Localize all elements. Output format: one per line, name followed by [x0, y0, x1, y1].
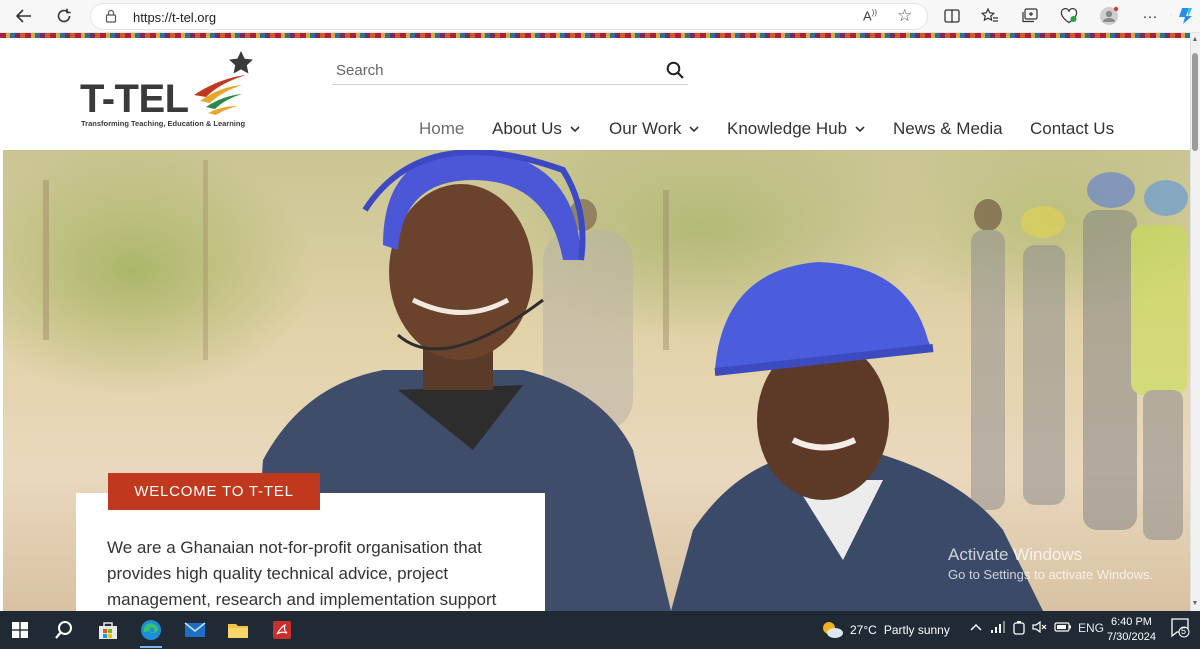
logo-text: T-TEL [80, 77, 189, 121]
nav-about-us-label: About Us [492, 119, 562, 138]
scroll-down-icon[interactable]: ▼ [1191, 600, 1199, 608]
read-aloud-icon[interactable]: A)) [863, 8, 877, 23]
edge-icon[interactable] [137, 617, 165, 648]
clock-time: 6:40 PM [1110, 616, 1152, 628]
nav-news-media[interactable]: News & Media [893, 119, 1003, 139]
welcome-text: We are a Ghanaian not-for-profit organis… [107, 538, 497, 609]
welcome-card: We are a Ghanaian not-for-profit organis… [76, 493, 545, 611]
browser-toolbar: https://t-tel.org A)) ☆ ··· [0, 0, 1200, 33]
search-box[interactable] [332, 58, 688, 85]
search-icon[interactable] [666, 61, 684, 84]
mail-icon[interactable] [181, 617, 209, 643]
nav-news-media-label: News & Media [893, 119, 1003, 138]
nav-contact-us-label: Contact Us [1030, 119, 1115, 138]
activate-windows-watermark: Activate Windows Go to Settings to activ… [948, 545, 1153, 582]
nav-about-us[interactable]: About Us [492, 119, 580, 139]
nav-contact-us[interactable]: Contact Us [1030, 119, 1114, 139]
battery-icon[interactable] [1054, 621, 1072, 635]
nav-knowledge-hub-label: Knowledge Hub [727, 119, 848, 138]
url-text[interactable]: https://t-tel.org [133, 10, 216, 25]
welcome-badge: WELCOME TO T-TEL [108, 473, 320, 510]
file-explorer-icon[interactable] [224, 617, 252, 643]
windows-start-icon[interactable] [6, 617, 34, 643]
main-navigation: Home About Us Our Work Knowledge Hub New… [2, 119, 1190, 145]
refresh-icon[interactable] [52, 5, 76, 27]
address-bar[interactable]: https://t-tel.org A)) ☆ [90, 3, 928, 30]
page-scrollbar[interactable]: ▲ ▼ [1190, 33, 1200, 611]
profile-icon[interactable] [1099, 6, 1119, 26]
activate-subtitle: Go to Settings to activate Windows. [948, 567, 1154, 582]
nav-our-work-label: Our Work [609, 119, 682, 138]
notification-icon[interactable]: 5 [1170, 617, 1190, 642]
volume-muted-icon[interactable] [1032, 620, 1048, 636]
scroll-thumb[interactable] [1192, 53, 1198, 151]
store-icon[interactable] [94, 617, 122, 643]
pdf-app-icon[interactable] [268, 617, 296, 643]
nav-home[interactable]: Home [419, 119, 464, 139]
browser-essentials-icon[interactable] [1059, 6, 1079, 26]
back-icon[interactable] [12, 5, 36, 27]
clock[interactable]: 6:40 PM 7/30/2024 [1107, 615, 1156, 645]
lock-icon[interactable] [105, 9, 117, 28]
more-icon[interactable]: ··· [1140, 6, 1160, 26]
clock-date: 7/30/2024 [1107, 631, 1156, 643]
favorites-icon[interactable] [980, 6, 1000, 26]
windows-taskbar: 27°C Partly sunny ENG 6:40 PM 7/30/2024 … [0, 611, 1200, 649]
nav-our-work[interactable]: Our Work [609, 119, 699, 139]
partly-sunny-icon [823, 622, 843, 638]
network-icon[interactable] [991, 621, 1005, 636]
weather-widget[interactable]: 27°C Partly sunny [820, 620, 950, 640]
chevron-down-icon [855, 126, 865, 133]
nav-home-label: Home [419, 119, 465, 138]
read-aloud-label: A [863, 8, 872, 24]
split-screen-icon[interactable] [942, 6, 962, 26]
favorite-icon[interactable]: ☆ [897, 6, 912, 26]
scroll-up-icon[interactable]: ▲ [1191, 36, 1199, 44]
nav-knowledge-hub[interactable]: Knowledge Hub [727, 119, 865, 139]
battery-saver-icon[interactable] [1013, 621, 1025, 638]
notification-count: 5 [1181, 626, 1187, 636]
chevron-up-icon[interactable] [970, 621, 982, 635]
copilot-icon[interactable] [1176, 6, 1196, 26]
language-indicator[interactable]: ENG [1078, 621, 1104, 635]
site-header: T-TEL Transforming Teaching, Education &… [2, 38, 1190, 150]
weather-desc: Partly sunny [883, 623, 950, 637]
chevron-down-icon [570, 126, 580, 133]
chevron-down-icon [689, 126, 699, 133]
weather-temp: 27°C [850, 623, 877, 637]
collections-icon[interactable] [1020, 6, 1040, 26]
search-icon[interactable] [50, 617, 78, 643]
search-input[interactable] [336, 62, 656, 79]
activate-title: Activate Windows [948, 545, 1083, 564]
